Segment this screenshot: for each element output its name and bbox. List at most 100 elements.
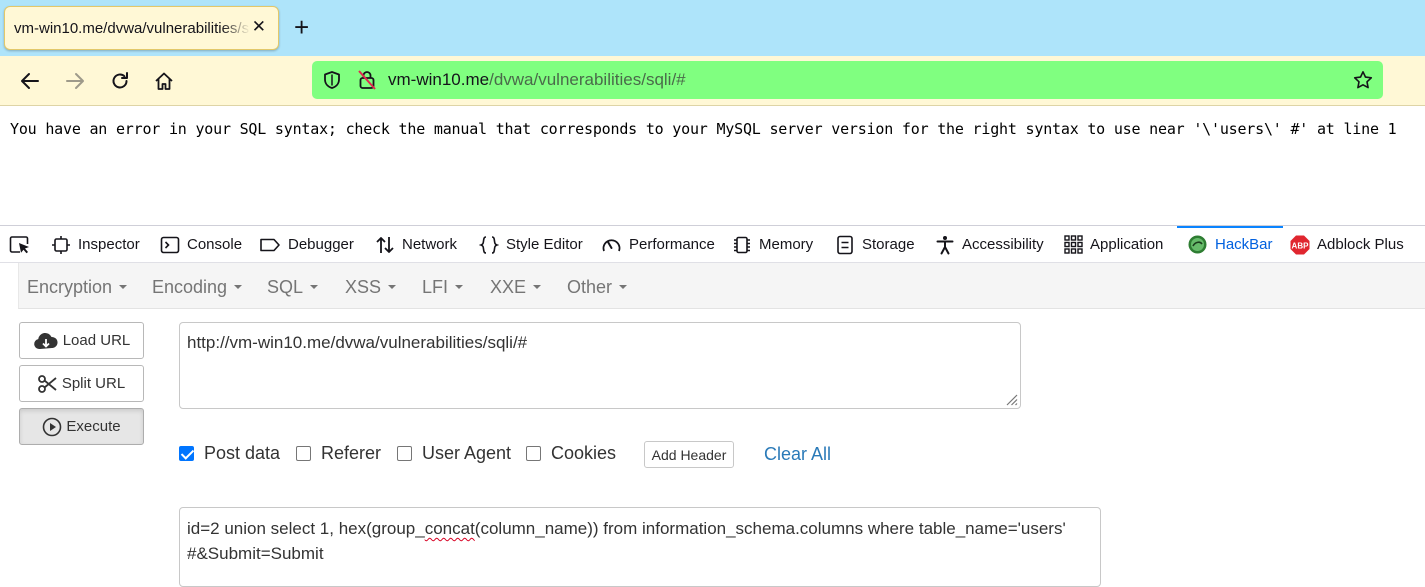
post-data-textarea[interactable]: id=2 union select 1, hex(group_concat(co… (179, 507, 1101, 587)
execute-label: Execute (66, 418, 121, 435)
home-button[interactable] (149, 66, 179, 96)
post-body-part-2: (column_name)) from information_schema.c… (474, 519, 1066, 538)
tab-storage[interactable]: Storage (835, 226, 915, 263)
tab-memory-label: Memory (759, 236, 814, 253)
execute-button[interactable]: Execute (19, 408, 144, 445)
menu-lfi-label: LFI (422, 277, 449, 297)
menu-sql-label: SQL (267, 277, 304, 297)
url-textarea-value: http://vm-win10.me/dvwa/vulnerabilities/… (187, 333, 528, 352)
menu-other-label: Other (567, 277, 613, 297)
caret-down-icon (119, 285, 128, 290)
storage-icon (837, 235, 853, 254)
menu-lfi[interactable]: LFI (422, 277, 464, 298)
tab-title: vm-win10.me/dvwa/vulnerabilities/sqli/# (14, 20, 250, 37)
browser-tab[interactable]: vm-win10.me/dvwa/vulnerabilities/sqli/# … (4, 6, 279, 50)
hackbar-menu-bar: Encryption Encoding SQL XSS LFI XXE Othe… (18, 263, 1425, 309)
caret-down-icon (533, 285, 542, 290)
caret-down-icon (388, 285, 397, 290)
split-url-label: Split URL (61, 375, 126, 392)
tab-close-icon[interactable]: ✕ (252, 17, 266, 37)
page-content: You have an error in your SQL syntax; ch… (0, 106, 1425, 226)
post-body-line-1: id=2 union select 1, hex(group_concat(co… (187, 516, 1093, 541)
tab-inspector-label: Inspector (78, 236, 140, 253)
menu-xss-label: XSS (345, 277, 382, 297)
devtools-panel: Inspector Console Debugger Network Style… (0, 225, 1425, 587)
url-path: /dvwa/vulnerabilities/sqli/# (489, 70, 686, 89)
tab-style-editor-label: Style Editor (506, 236, 583, 253)
tracking-protection-shield-icon[interactable] (322, 70, 342, 90)
tab-adblock-plus[interactable]: ABP Adblock Plus (1290, 226, 1404, 263)
menu-encryption-label: Encryption (27, 277, 113, 297)
menu-encoding[interactable]: Encoding (152, 277, 243, 298)
url-host: vm-win10.me (388, 70, 490, 89)
url-text[interactable]: vm-win10.me/dvwa/vulnerabilities/sqli/# (388, 70, 686, 90)
menu-xxe[interactable]: XXE (490, 277, 542, 298)
tab-memory[interactable]: Memory (732, 226, 813, 263)
menu-xss[interactable]: XSS (345, 277, 397, 298)
cookies-checkbox[interactable] (526, 446, 541, 461)
user-agent-checkbox[interactable] (397, 446, 412, 461)
adblock-badge-text: ABP (1292, 241, 1310, 250)
tab-strip: vm-win10.me/dvwa/vulnerabilities/sqli/# … (0, 0, 1425, 56)
play-circle-icon (43, 417, 62, 436)
referer-option[interactable]: Referer (296, 443, 381, 464)
cookies-option[interactable]: Cookies (526, 443, 616, 464)
tab-debugger-label: Debugger (288, 236, 354, 253)
tab-storage-label: Storage (862, 236, 915, 253)
scissors-icon (37, 374, 57, 393)
tab-hackbar-label: HackBar (1215, 236, 1273, 253)
forward-arrow-icon (66, 73, 84, 89)
hackbar-icon (1188, 235, 1207, 254)
user-agent-option[interactable]: User Agent (397, 443, 511, 464)
memory-icon (734, 236, 750, 253)
tab-hackbar[interactable]: HackBar (1177, 226, 1283, 263)
tab-accessibility[interactable]: Accessibility (935, 226, 1044, 263)
tab-debugger[interactable]: Debugger (259, 226, 354, 263)
menu-sql[interactable]: SQL (267, 277, 319, 298)
performance-icon (602, 238, 621, 251)
console-icon (160, 236, 180, 253)
inspector-icon (52, 235, 70, 254)
tab-performance-label: Performance (629, 236, 715, 253)
url-textarea[interactable]: http://vm-win10.me/dvwa/vulnerabilities/… (179, 322, 1021, 409)
element-picker-button[interactable] (9, 226, 38, 263)
caret-down-icon (234, 285, 243, 290)
bookmark-star-icon[interactable] (1353, 70, 1373, 90)
back-button[interactable] (15, 66, 45, 96)
tab-performance[interactable]: Performance (601, 226, 715, 263)
adblock-plus-icon: ABP (1290, 235, 1310, 254)
clear-all-link[interactable]: Clear All (764, 444, 831, 465)
post-data-option[interactable]: Post data (179, 443, 280, 464)
referer-checkbox[interactable] (296, 446, 311, 461)
insecure-lock-icon[interactable] (357, 69, 377, 91)
tab-network-label: Network (402, 236, 458, 253)
tab-console-label: Console (187, 236, 243, 253)
application-icon (1064, 235, 1083, 254)
tab-inspector[interactable]: Inspector (51, 226, 140, 263)
post-data-label: Post data (204, 443, 281, 463)
post-data-checkbox[interactable] (179, 446, 194, 461)
menu-encryption[interactable]: Encryption (27, 277, 128, 298)
tab-accessibility-label: Accessibility (962, 236, 1044, 253)
reload-icon (112, 72, 128, 89)
split-url-button[interactable]: Split URL (19, 365, 144, 402)
tab-application[interactable]: Application (1064, 226, 1163, 263)
spellcheck-word: concat (424, 519, 475, 538)
forward-button[interactable] (60, 66, 90, 96)
caret-down-icon (619, 285, 628, 290)
add-header-button[interactable]: Add Header (644, 441, 734, 468)
network-icon (376, 236, 394, 253)
element-picker-icon (9, 235, 29, 253)
resize-grip-icon[interactable] (1004, 392, 1018, 406)
new-tab-button[interactable]: + (294, 14, 309, 40)
sql-error-message: You have an error in your SQL syntax; ch… (10, 120, 1397, 138)
post-body-line-2: #&Submit=Submit (187, 544, 324, 563)
menu-other[interactable]: Other (567, 277, 628, 298)
tab-network[interactable]: Network (375, 226, 457, 263)
tab-console[interactable]: Console (160, 226, 242, 263)
reload-button[interactable] (105, 66, 135, 96)
address-bar[interactable]: vm-win10.me/dvwa/vulnerabilities/sqli/# (312, 61, 1383, 99)
caret-down-icon (310, 285, 319, 290)
tab-style-editor[interactable]: Style Editor (479, 226, 583, 263)
load-url-button[interactable]: Load URL (19, 322, 144, 359)
